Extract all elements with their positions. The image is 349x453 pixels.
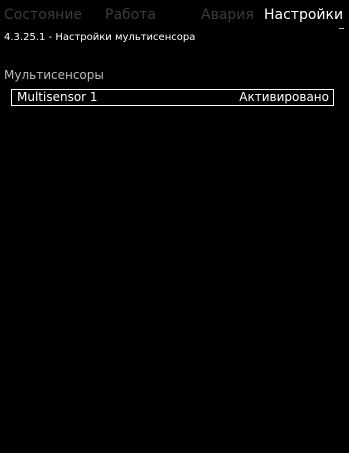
tab-operation[interactable]: Работа: [105, 6, 156, 24]
section-title: Мультисенсоры: [4, 68, 104, 82]
tab-status[interactable]: Состояние: [4, 6, 82, 24]
page-title: 4.3.25.1 - Настройки мультисенсора: [4, 32, 196, 43]
list-item-status: Активировано: [239, 90, 329, 104]
list-item-multisensor-1[interactable]: Multisensor 1 Активировано: [11, 89, 334, 106]
tab-settings[interactable]: Настройки: [264, 6, 343, 24]
tab-bar: Состояние Работа Авария Настройки: [0, 0, 349, 30]
scroll-indicator: [339, 28, 344, 29]
list-item-name: Multisensor 1: [17, 90, 98, 104]
tab-alarm[interactable]: Авария: [201, 6, 254, 24]
